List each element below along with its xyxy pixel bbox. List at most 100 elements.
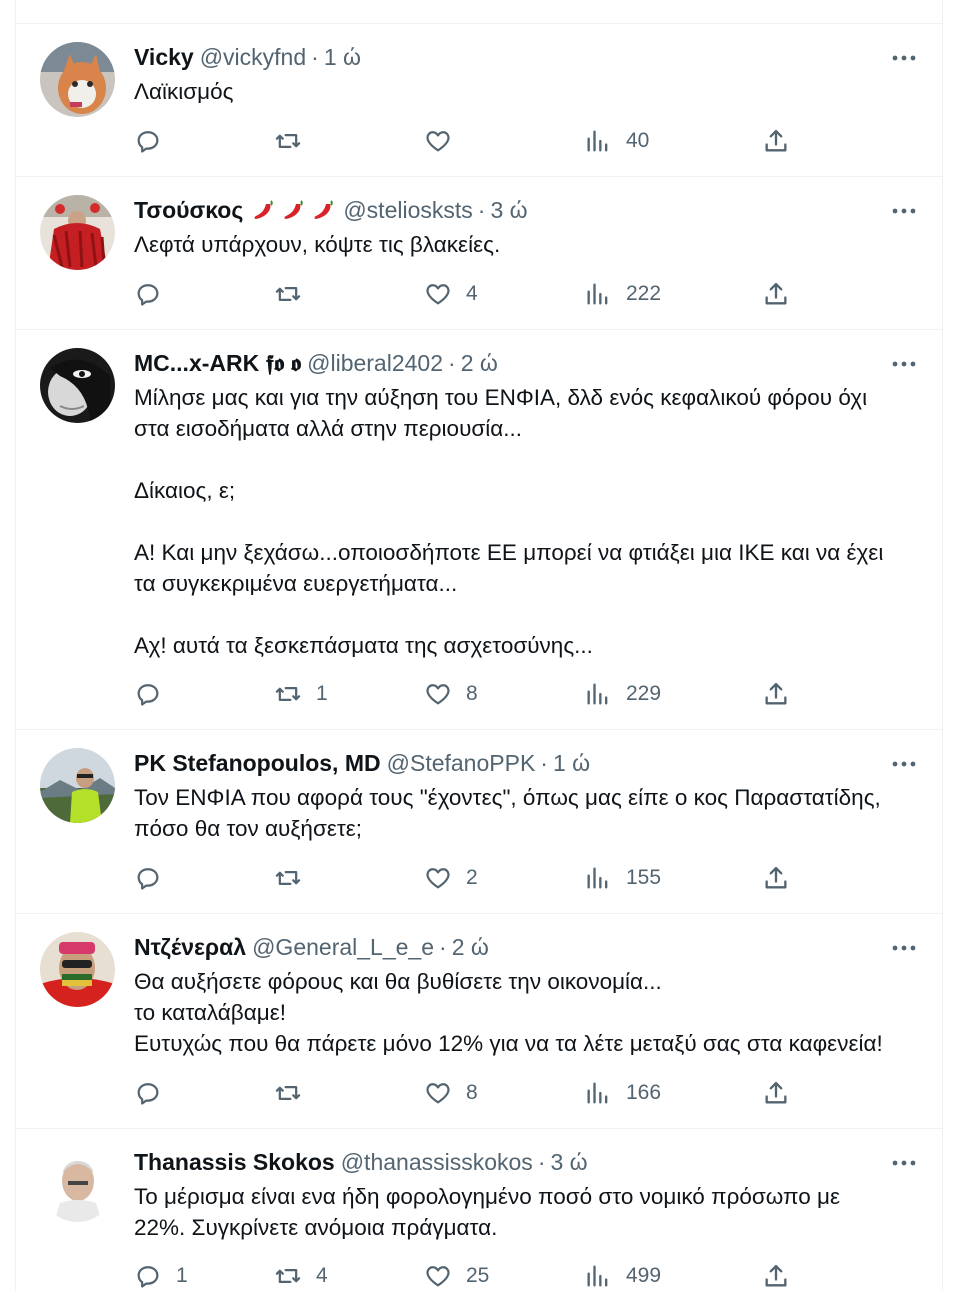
- tweet-text-line: Μίλησε μας και για την αύξηση του ΕΝΦΙΑ,…: [134, 385, 868, 410]
- display-name[interactable]: Τσούσκος: [134, 197, 243, 224]
- separator-dot: ·: [477, 196, 486, 223]
- likes-count: 8: [466, 1081, 478, 1104]
- tweet[interactable]: Τσούσκος @steliosksts · 3 ώ Λεφτά υπάρχο…: [16, 177, 942, 330]
- timestamp[interactable]: 1 ώ: [553, 750, 590, 777]
- display-name[interactable]: PK Stefanopoulos, MD: [134, 750, 381, 777]
- tweet-text-line: Αχ! αυτά τα ξεσκεπάσματα της ασχετοσύνης…: [134, 633, 593, 658]
- share-button[interactable]: [762, 863, 790, 893]
- more-icon[interactable]: [890, 754, 918, 774]
- display-name[interactable]: Ντζένεραλ: [134, 934, 246, 961]
- tweet-actions: 2 155: [134, 863, 814, 893]
- timestamp[interactable]: 2 ώ: [461, 350, 498, 377]
- share-icon: [765, 866, 787, 889]
- tweet-text-line: 22%. Συγκρίνετε ανόμοια πράγματα.: [134, 1215, 498, 1240]
- like-button[interactable]: 8: [424, 1078, 478, 1108]
- display-name[interactable]: Vicky: [134, 44, 194, 71]
- retweet-icon: [275, 1086, 301, 1100]
- views-button[interactable]: 155: [584, 863, 661, 893]
- retweet-icon: [275, 287, 301, 301]
- share-button[interactable]: [762, 126, 790, 156]
- views-count: 155: [626, 866, 662, 889]
- retweet-icon: [275, 134, 301, 148]
- user-handle[interactable]: @vickyfnd: [200, 44, 306, 71]
- tweet-feed: Vicky @vickyfnd · 1 ώ Λαϊκισμός 40 Τσούσ…: [15, 0, 943, 1291]
- user-handle[interactable]: @General_L_e_e: [252, 934, 434, 961]
- more-icon[interactable]: [890, 201, 918, 221]
- heart-icon: [426, 131, 450, 152]
- more-icon[interactable]: [890, 354, 918, 374]
- like-button[interactable]: 2: [424, 863, 478, 893]
- tweet[interactable]: MC...x-ARK 𝖋𝖔 𝖔 @liberal2402 · 2 ώ Μίλησ…: [16, 330, 942, 730]
- tweet[interactable]: Vicky @vickyfnd · 1 ώ Λαϊκισμός 40: [16, 24, 942, 177]
- likes-count: 8: [466, 682, 478, 705]
- tweet[interactable]: PK Stefanopoulos, MD @StefanoPPK · 1 ώ Τ…: [16, 730, 942, 914]
- like-button[interactable]: 8: [424, 679, 478, 709]
- user-handle[interactable]: @steliosksts: [343, 197, 472, 224]
- views-button[interactable]: 40: [584, 126, 649, 156]
- views-count: 40: [626, 129, 650, 152]
- views-count: 499: [626, 1264, 662, 1287]
- views-count: 166: [626, 1081, 662, 1104]
- display-name[interactable]: MC...x-ARK 𝖋𝖔 𝖔: [134, 350, 301, 377]
- more-icon[interactable]: [890, 48, 918, 68]
- share-button[interactable]: [762, 1078, 790, 1108]
- heart-icon: [426, 284, 450, 305]
- like-button[interactable]: 4: [424, 279, 478, 309]
- reply-button[interactable]: [134, 1078, 162, 1108]
- reply-icon: [137, 684, 159, 706]
- views-icon: [587, 130, 608, 152]
- retweet-button[interactable]: 1: [274, 679, 328, 709]
- avatar[interactable]: [40, 42, 115, 117]
- more-icon[interactable]: [890, 1153, 918, 1173]
- views-button[interactable]: 166: [584, 1078, 661, 1108]
- user-handle[interactable]: @liberal2402: [307, 350, 443, 377]
- retweet-button[interactable]: [274, 126, 302, 156]
- timestamp[interactable]: 3 ώ: [550, 1149, 587, 1176]
- tweet[interactable]: Ντζένεραλ @General_L_e_e · 2 ώ Θα αυξήσε…: [16, 914, 942, 1129]
- retweet-icon: [275, 871, 301, 885]
- tweet-text-line: στα εισοδήματα αλλά στην περιουσία...: [134, 416, 523, 441]
- views-icon: [587, 283, 608, 305]
- avatar[interactable]: [40, 1147, 115, 1222]
- avatar[interactable]: [40, 932, 115, 1007]
- tweet[interactable]: Thanassis Skokos @thanassisskokos · 3 ώ …: [16, 1129, 942, 1291]
- timestamp[interactable]: 1 ώ: [324, 44, 361, 71]
- retweet-button[interactable]: [274, 1078, 302, 1108]
- avatar[interactable]: [40, 195, 115, 270]
- user-handle[interactable]: @thanassisskokos: [341, 1149, 533, 1176]
- views-button[interactable]: 229: [584, 679, 661, 709]
- user-handle[interactable]: @StefanoPPK: [387, 750, 536, 777]
- like-button[interactable]: [424, 126, 452, 156]
- tweet-text-line: Λεφτά υπάρχουν, κόψτε τις βλακείες.: [134, 232, 501, 257]
- like-button[interactable]: 25: [424, 1261, 489, 1291]
- share-button[interactable]: [762, 1261, 790, 1291]
- avatar[interactable]: [40, 748, 115, 823]
- separator-dot: ·: [439, 933, 447, 960]
- more-icon[interactable]: [890, 938, 918, 958]
- views-button[interactable]: 222: [584, 279, 661, 309]
- share-icon: [765, 682, 787, 705]
- tweet-text-line: Ευτυχώς που θα πάρετε μόνο 12% για να τα…: [134, 1031, 883, 1056]
- reply-button[interactable]: [134, 126, 162, 156]
- display-name[interactable]: Thanassis Skokos: [134, 1149, 335, 1176]
- reply-button[interactable]: [134, 279, 162, 309]
- views-button[interactable]: 499: [584, 1261, 661, 1291]
- timestamp[interactable]: 2 ώ: [452, 934, 489, 961]
- reply-icon: [137, 131, 159, 153]
- reply-button[interactable]: [134, 679, 162, 709]
- retweet-button[interactable]: [274, 863, 302, 893]
- heart-icon: [426, 1266, 450, 1287]
- likes-count: 2: [466, 866, 478, 889]
- retweet-button[interactable]: [274, 279, 302, 309]
- reply-button[interactable]: [134, 863, 162, 893]
- timestamp[interactable]: 3 ώ: [490, 197, 527, 224]
- retweet-icon: [275, 687, 301, 701]
- separator-dot: ·: [311, 43, 319, 70]
- name-emoji: [251, 197, 337, 223]
- share-button[interactable]: [762, 279, 790, 309]
- tweet-text-line: Το μέρισμα είναι ενα ήδη φορολογημένο πο…: [134, 1184, 840, 1209]
- retweet-button[interactable]: 4: [274, 1261, 328, 1291]
- avatar[interactable]: [40, 348, 115, 423]
- reply-button[interactable]: 1: [134, 1261, 188, 1291]
- share-button[interactable]: [762, 679, 790, 709]
